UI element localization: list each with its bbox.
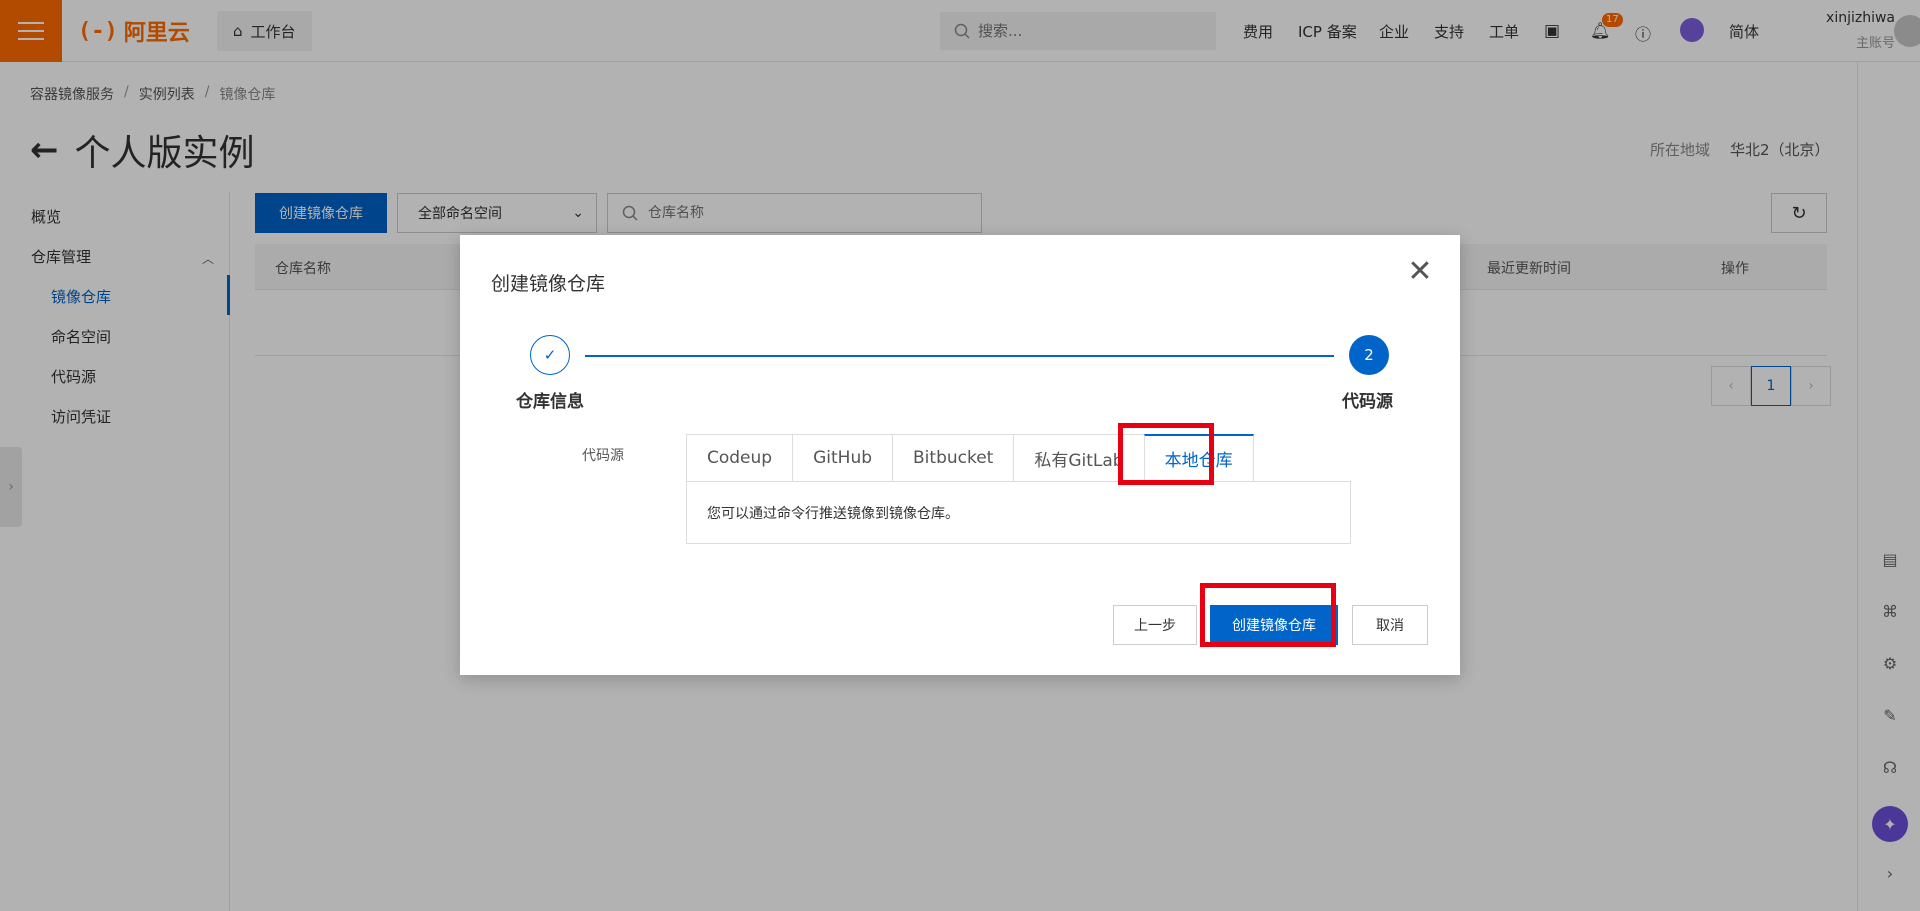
tab-bitbucket[interactable]: Bitbucket	[892, 434, 1014, 482]
step-1-check-icon: ✓	[530, 335, 570, 375]
tab-github[interactable]: GitHub	[792, 434, 893, 482]
tab-panel: 您可以通过命令行推送镜像到镜像仓库。	[686, 481, 1351, 544]
highlight-box	[1118, 423, 1214, 485]
step-connector	[585, 355, 1334, 357]
prev-step-button[interactable]: 上一步	[1113, 605, 1197, 645]
step-2-label: 代码源	[1342, 392, 1393, 412]
create-repo-dialog: 创建镜像仓库 ✕ ✓ 2 仓库信息 代码源 代码源 Codeup GitHub …	[460, 235, 1460, 675]
step-2-indicator: 2	[1349, 335, 1389, 375]
panel-text: 您可以通过命令行推送镜像到镜像仓库。	[707, 505, 959, 522]
tab-codeup[interactable]: Codeup	[686, 434, 793, 482]
highlight-box	[1200, 583, 1336, 647]
close-icon[interactable]: ✕	[1404, 254, 1436, 289]
code-source-label: 代码源	[582, 448, 624, 464]
dialog-title: 创建镜像仓库	[491, 273, 606, 295]
cancel-button[interactable]: 取消	[1352, 605, 1428, 645]
step-1-label: 仓库信息	[516, 392, 584, 412]
